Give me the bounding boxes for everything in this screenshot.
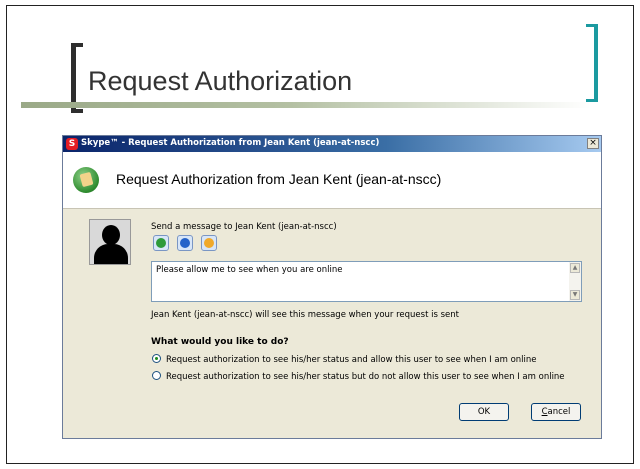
radio-button-checked[interactable] [152,354,161,363]
radio-button[interactable] [152,371,161,380]
send-message-label: Send a message to Jean Kent (jean-at-nsc… [151,222,337,232]
warning-icon[interactable] [201,235,218,251]
smile-icon[interactable] [153,235,169,251]
avatar-head [102,225,120,245]
message-input[interactable]: Please allow me to see when you are onli… [151,261,582,302]
message-scrollbar[interactable]: ▲ ▼ [569,262,581,301]
add-contact-icon [73,167,99,193]
options-question: What would you like to do? [151,337,289,347]
scroll-down-arrow-icon[interactable]: ▼ [570,290,580,300]
message-text[interactable]: Please allow me to see when you are onli… [156,265,342,275]
dialog-window-title: Skype™ - Request Authorization from Jean… [81,138,380,148]
scroll-up-arrow-icon[interactable]: ▲ [570,263,580,273]
option-label: Request authorization to see his/her sta… [166,355,537,365]
title-underline [21,102,621,108]
dialog-titlebar[interactable]: S Skype™ - Request Authorization from Je… [63,136,601,152]
request-authorization-dialog: S Skype™ - Request Authorization from Je… [62,135,602,439]
option-allow-visibility[interactable]: Request authorization to see his/her sta… [152,354,537,365]
skype-logo-icon: S [66,138,78,150]
emoticon-toolbar [153,235,220,254]
dialog-header-title: Request Authorization from Jean Kent (je… [116,171,442,187]
ok-button[interactable]: OK [459,403,509,421]
title-bracket-right [586,24,598,102]
option-label: Request authorization to see his/her sta… [166,372,565,382]
slide-title: Request Authorization [88,66,353,96]
avatar-body [94,244,128,264]
cancel-label: ancel [547,407,571,417]
dialog-header: Request Authorization from Jean Kent (je… [63,152,601,209]
option-deny-visibility[interactable]: Request authorization to see his/her sta… [152,371,565,382]
info-icon[interactable] [177,235,194,251]
close-button[interactable]: × [587,138,599,149]
contact-avatar [89,219,131,265]
cancel-button[interactable]: Cancel [531,403,581,421]
request-notice: Jean Kent (jean-at-nscc) will see this m… [151,310,459,320]
